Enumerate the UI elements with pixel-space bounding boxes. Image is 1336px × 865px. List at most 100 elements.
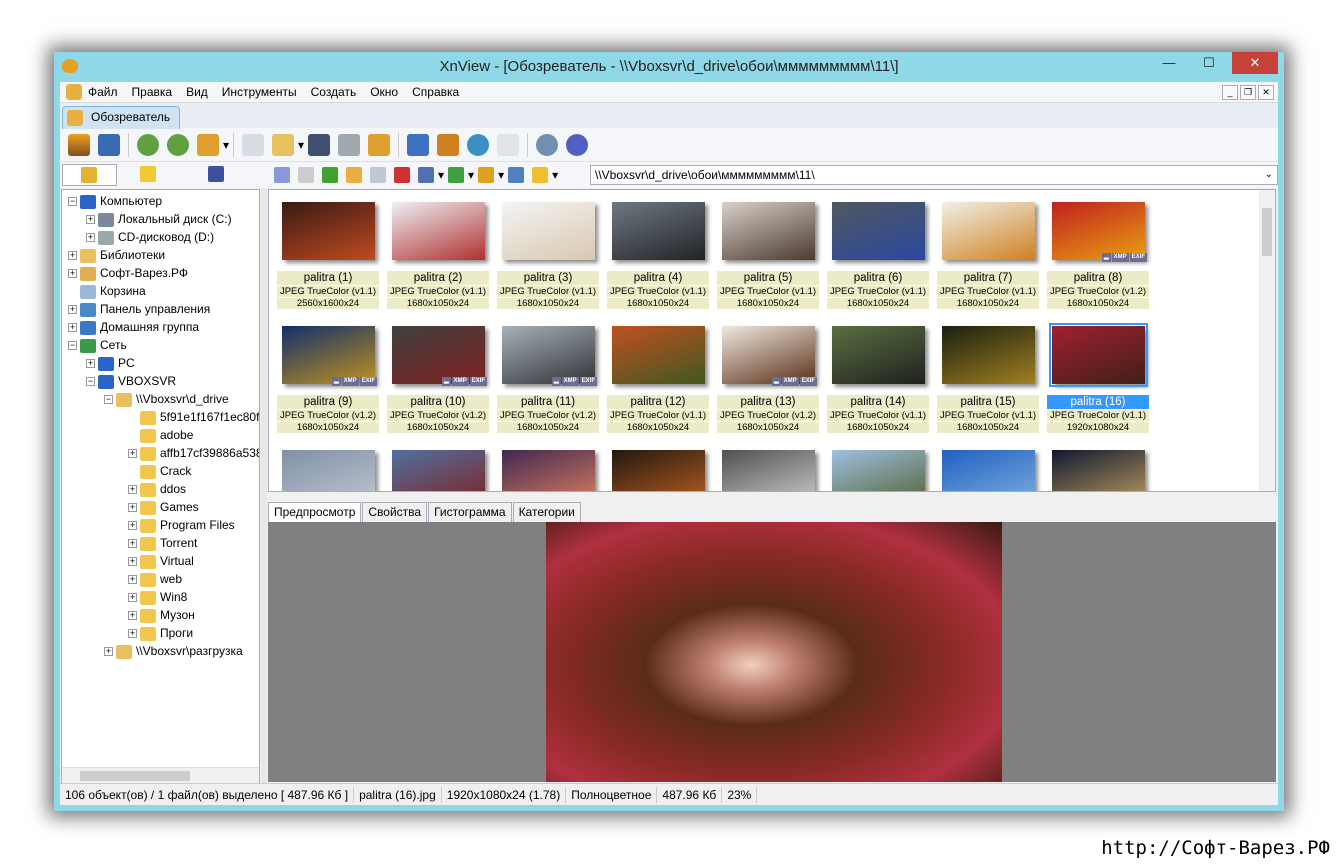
tree-item[interactable]: − \\Vboxsvr\d_drive [68,390,259,408]
rotate-left-icon[interactable] [137,133,159,156]
slideshow-icon[interactable] [437,133,460,156]
tree-item[interactable]: − Компьютер [68,192,259,210]
mdi-close-button[interactable]: ✕ [1258,85,1274,100]
tree-item[interactable]: + \\Vboxsvr\разгрузка [68,642,259,660]
tab-folders[interactable] [62,164,117,186]
tree-item[interactable]: + web [68,570,259,588]
expand-icon[interactable]: + [128,575,137,585]
tree-item[interactable]: Корзина [68,282,259,300]
filter-icon[interactable] [478,167,495,183]
tree-item[interactable]: + Virtual [68,552,259,570]
menu-tools[interactable]: Инструменты [222,85,297,99]
chevron-down-icon[interactable]: ⌄ [1265,166,1273,184]
tree-item[interactable]: + Музон [68,606,259,624]
tree-item[interactable]: + Torrent [68,534,259,552]
collapse-icon[interactable]: − [68,197,77,207]
expand-icon[interactable]: + [68,251,77,261]
menu-view[interactable]: Вид [186,85,208,99]
back-arrow-icon[interactable] [274,167,290,183]
new-folder-icon[interactable] [346,167,362,183]
rename-icon[interactable] [370,167,386,183]
minimize-button[interactable]: — [1152,52,1186,74]
panel-splitter[interactable] [261,189,267,784]
menu-file[interactable]: Файл [88,85,118,99]
tree-item[interactable]: + ddos [68,480,259,498]
tree-item[interactable]: + Games [68,498,259,516]
copy-move-icon[interactable] [272,133,295,156]
tree-item[interactable]: + Софт-Варез.РФ [68,264,259,282]
menu-create[interactable]: Создать [311,85,357,99]
menu-window[interactable]: Окно [370,85,398,99]
favorites-star-icon[interactable] [532,167,549,183]
expand-icon[interactable]: + [104,647,113,657]
batch-convert-icon[interactable] [368,133,391,156]
tree-horizontal-scrollbar[interactable] [62,767,259,783]
expand-icon[interactable] [128,431,137,440]
tab-favorites[interactable] [120,164,175,186]
collapse-icon[interactable]: − [68,341,77,351]
close-button[interactable]: ✕ [1232,52,1278,74]
menu-edit[interactable]: Правка [132,85,173,99]
expand-icon[interactable]: + [68,269,77,279]
collapse-icon[interactable]: − [104,395,113,405]
expand-icon[interactable]: + [128,611,137,621]
expand-icon[interactable]: + [128,593,137,603]
expand-icon[interactable]: + [86,215,95,225]
convert-icon[interactable] [197,133,219,156]
view-image-icon[interactable] [68,133,90,156]
contact-sheet-icon[interactable] [497,133,520,156]
web-page-icon[interactable] [467,133,490,156]
menu-help[interactable]: Справка [412,85,459,99]
info-icon[interactable] [566,133,589,156]
tree-item[interactable]: + Локальный диск (C:) [68,210,259,228]
binoculars-search-icon[interactable] [308,133,331,156]
thumbnail-vertical-scrollbar[interactable] [1259,190,1275,491]
print-icon[interactable] [338,133,361,156]
expand-icon[interactable] [128,413,137,422]
tree-item[interactable]: + Домашняя группа [68,318,259,336]
tree-item[interactable]: Crack [68,462,259,480]
settings-gear-icon[interactable] [536,133,559,156]
tree-item[interactable]: adobe [68,426,259,444]
tab-histogram[interactable]: Гистограмма [428,502,512,522]
mdi-minimize-button[interactable]: _ [1222,85,1238,100]
refresh-icon[interactable] [508,167,525,183]
tab-preview[interactable]: Предпросмотр [268,502,362,522]
forward-arrow-icon[interactable] [298,167,314,183]
tree-item[interactable]: + Библиотеки [68,246,259,264]
collapse-icon[interactable]: − [86,377,95,387]
tree-item[interactable]: + Панель управления [68,300,259,318]
mdi-restore-button[interactable]: ❐ [1240,85,1256,100]
expand-icon[interactable]: + [128,503,137,513]
sort-icon[interactable] [448,167,465,183]
expand-icon[interactable]: + [86,359,95,369]
view-mode-icon[interactable] [418,167,434,183]
rotate-right-icon[interactable] [167,133,189,156]
tree-item[interactable]: + Проги [68,624,259,642]
up-folder-icon[interactable] [322,167,338,183]
expand-icon[interactable]: + [68,305,77,315]
tree-item[interactable]: + Program Files [68,516,259,534]
tab-properties[interactable]: Свойства [362,502,428,522]
tab-categories-preview[interactable]: Категории [512,502,581,522]
tree-item[interactable]: − Сеть [68,336,259,354]
expand-icon[interactable] [128,467,137,476]
expand-icon[interactable]: + [86,233,95,243]
tree-item[interactable]: + CD-дисковод (D:) [68,228,259,246]
tab-browser[interactable]: Обозреватель [62,106,180,129]
fullscreen-icon[interactable] [98,133,120,156]
delete-icon[interactable] [394,167,410,183]
expand-icon[interactable]: + [128,557,137,567]
tree-item[interactable]: + Win8 [68,588,259,606]
expand-icon[interactable]: + [128,539,137,549]
expand-icon[interactable]: + [128,629,137,639]
tree-item[interactable]: + affb17cf39886a538 [68,444,259,462]
expand-icon[interactable]: + [68,323,77,333]
address-bar[interactable]: \\Vboxsvr\d_drive\обои\ммммммммм\11\ ⌄ [590,165,1278,185]
expand-icon[interactable]: + [128,485,137,495]
expand-icon[interactable]: + [128,521,137,531]
tab-categories[interactable] [188,164,243,186]
expand-icon[interactable] [68,287,77,296]
tree-item[interactable]: − VBOXSVR [68,372,259,390]
expand-icon[interactable]: + [128,449,137,459]
